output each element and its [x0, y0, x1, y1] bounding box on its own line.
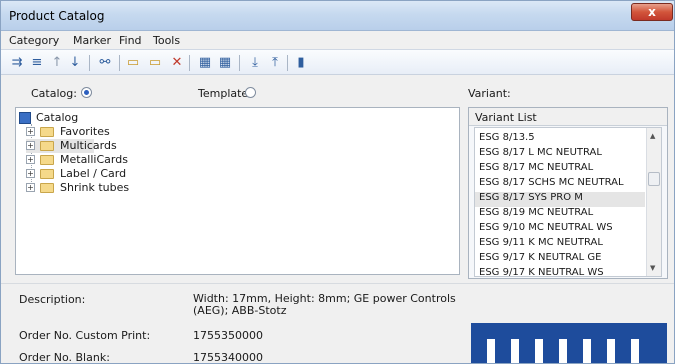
product-catalog-window: Product Catalog x Category Marker Find T…: [0, 0, 675, 364]
variant-label: Variant:: [468, 87, 511, 100]
tree-item-label: Shrink tubes: [60, 181, 130, 194]
card-add-icon[interactable]: ▦: [197, 55, 213, 71]
variant-item[interactable]: ESG 8/17 MC NEUTRAL: [479, 162, 593, 177]
tree-item-multicards[interactable]: + Multicards: [26, 139, 117, 153]
variant-item[interactable]: ESG 8/17 SCHS MC NEUTRAL: [479, 177, 624, 192]
folder-delete-icon[interactable]: ✕: [169, 55, 185, 71]
expand-icon[interactable]: +: [26, 155, 35, 164]
tree-item-label: MetalliCards: [60, 153, 128, 166]
toolbar: ⇉ ≡ ↑ ↓ ⚯ ▭ ▭ ✕ ▦ ▦ ⤓ ⤒ ▮: [1, 49, 674, 75]
preview-slot: [535, 339, 543, 363]
tree-item-label: Label / Card: [60, 167, 127, 180]
preview-slot: [631, 339, 639, 363]
up-arrow-icon[interactable]: ↑: [49, 55, 65, 71]
variant-item[interactable]: ESG 8/19 MC NEUTRAL: [479, 207, 593, 222]
description-label: Description:: [19, 293, 86, 306]
toolbar-separator: [189, 55, 190, 71]
scroll-up-icon[interactable]: ▲: [650, 132, 655, 140]
variant-scrollbar[interactable]: ▲ ▼: [646, 128, 661, 276]
menu-find[interactable]: Find: [119, 34, 142, 47]
export-icon[interactable]: ⤒: [267, 55, 283, 71]
toolbar-separator: [287, 55, 288, 71]
card-icon[interactable]: ▦: [217, 55, 233, 71]
folder-icon: [40, 141, 54, 151]
variant-item[interactable]: ESG 9/17 K NEUTRAL GE: [479, 252, 601, 267]
catalog-radio[interactable]: [81, 87, 92, 98]
import-icon[interactable]: ⤓: [247, 55, 263, 71]
catalog-tree[interactable]: Catalog + Favorites + Multicards + Metal…: [15, 107, 460, 275]
catalog-book-icon: [19, 112, 31, 124]
expand-icon[interactable]: +: [26, 183, 35, 192]
book-icon[interactable]: ▮: [293, 55, 309, 71]
tree-item-label: Favorites: [60, 125, 110, 138]
binoculars-icon[interactable]: ⚯: [97, 55, 113, 71]
preview-slot: [583, 339, 591, 363]
down-arrow-icon[interactable]: ↓: [67, 55, 83, 71]
details-divider: [1, 283, 674, 284]
variant-item[interactable]: ESG 8/13.5: [479, 132, 535, 147]
variant-panel: Variant List ESG 8/13.5 ESG 8/17 L MC NE…: [468, 107, 668, 279]
preview-slot: [511, 339, 519, 363]
expand-icon[interactable]: +: [26, 127, 35, 136]
close-button[interactable]: x: [631, 3, 673, 21]
expand-icon[interactable]: +: [26, 141, 35, 150]
variant-item[interactable]: ESG 9/17 K NEUTRAL WS: [479, 267, 604, 276]
variant-item[interactable]: ESG 8/17 L MC NEUTRAL: [479, 147, 602, 162]
variant-list-header: Variant List: [469, 108, 667, 126]
tree-root-label: Catalog: [36, 111, 79, 124]
move-in-icon[interactable]: ⇉: [9, 55, 25, 71]
menu-tools[interactable]: Tools: [153, 34, 180, 47]
toolbar-separator: [89, 55, 90, 71]
preview-slot: [487, 339, 495, 363]
variant-item[interactable]: ESG 9/11 K MC NEUTRAL: [479, 237, 603, 252]
description-value: Width: 17mm, Height: 8mm; GE power Contr…: [193, 292, 456, 317]
variant-item-selected[interactable]: ESG 8/17 SYS PRO M: [475, 192, 645, 207]
scroll-thumb[interactable]: [648, 172, 660, 186]
close-icon: x: [648, 5, 656, 19]
template-radio[interactable]: [245, 87, 256, 98]
catalog-radio-label: Catalog:: [31, 87, 77, 100]
variant-list[interactable]: ESG 8/13.5 ESG 8/17 L MC NEUTRAL ESG 8/1…: [474, 127, 662, 277]
title-bar: Product Catalog x: [1, 1, 674, 31]
toolbar-separator: [239, 55, 240, 71]
template-radio-label: Template:: [198, 87, 252, 100]
folder-icon: [40, 169, 54, 179]
folder-edit-icon[interactable]: ▭: [147, 55, 163, 71]
preview-slot: [559, 339, 567, 363]
window-title: Product Catalog: [9, 9, 105, 23]
order-blank-value: 1755340000: [193, 351, 263, 364]
expand-icon[interactable]: +: [26, 169, 35, 178]
order-custom-label: Order No. Custom Print:: [19, 329, 151, 342]
order-custom-value: 1755350000: [193, 329, 263, 342]
scroll-down-icon[interactable]: ▼: [650, 264, 655, 272]
folder-icon: [40, 155, 54, 165]
folder-icon: [40, 183, 54, 193]
list-icon[interactable]: ≡: [29, 55, 45, 71]
marker-preview-image: [471, 323, 667, 363]
menu-marker[interactable]: Marker: [73, 34, 111, 47]
tree-item-label: Multicards: [60, 139, 117, 152]
folder-icon: [40, 127, 54, 137]
folder-icon[interactable]: ▭: [125, 55, 141, 71]
preview-slot: [607, 339, 615, 363]
menu-bar: Category Marker Find Tools: [1, 31, 674, 49]
toolbar-separator: [119, 55, 120, 71]
variant-item[interactable]: ESG 9/10 MC NEUTRAL WS: [479, 222, 613, 237]
order-blank-label: Order No. Blank:: [19, 351, 110, 364]
menu-category[interactable]: Category: [9, 34, 59, 47]
